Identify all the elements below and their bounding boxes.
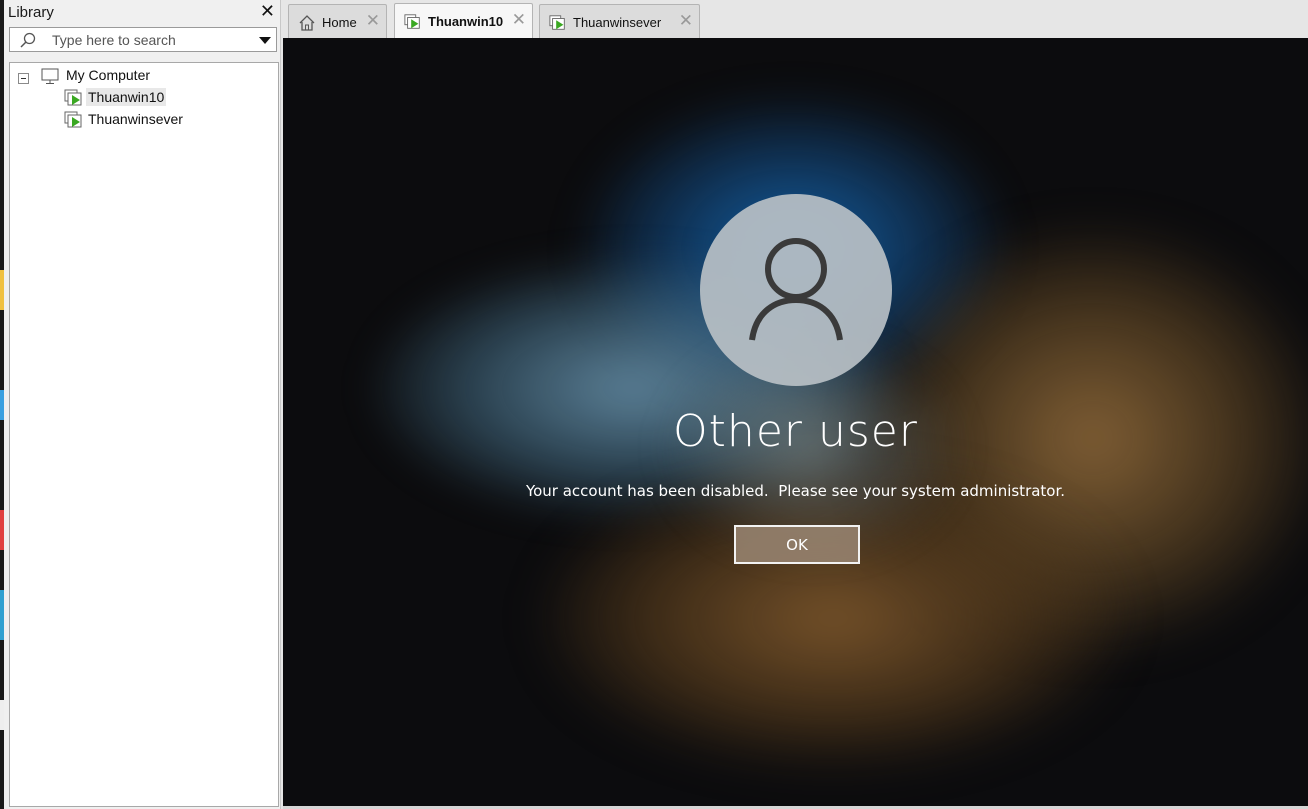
tree-item-thuanwin10[interactable]: Thuanwin10: [10, 88, 278, 108]
tree-label-my-computer: My Computer: [66, 67, 151, 83]
library-search-box: [9, 27, 277, 52]
vm-running-icon: [64, 89, 82, 106]
library-title: Library: [8, 4, 54, 21]
account-disabled-message: Your account has been disabled. Please s…: [525, 482, 1066, 500]
tree-label-thuanwin10: Thuanwin10: [86, 88, 167, 106]
search-input[interactable]: [52, 30, 252, 49]
close-icon[interactable]: ✕: [679, 11, 693, 31]
tab-thuanwinsever-label: Thuanwinsever: [573, 15, 662, 30]
tab-home-label: Home: [322, 15, 357, 30]
tab-home[interactable]: Home ✕: [288, 4, 387, 38]
tree-label-thuanwinsever: Thuanwinsever: [88, 111, 183, 127]
tab-thuanwin10-label: Thuanwin10: [428, 14, 504, 29]
vm-running-icon: [404, 14, 420, 29]
close-icon[interactable]: ✕: [366, 11, 380, 31]
search-dropdown-button[interactable]: [256, 29, 274, 50]
search-icon: [20, 32, 36, 48]
vm-tab-bar: Home ✕ Thuanwin10 ✕ Thuanwinsever ✕: [283, 0, 1308, 38]
library-header: Library ✕: [4, 0, 281, 24]
vm-console-screen[interactable]: Other user Your account has been disable…: [283, 38, 1308, 806]
tree-item-my-computer[interactable]: My Computer: [10, 66, 278, 86]
tab-thuanwin10[interactable]: Thuanwin10 ✕: [394, 3, 533, 38]
vm-running-icon: [549, 15, 565, 30]
vm-running-icon: [64, 111, 82, 128]
close-icon[interactable]: ✕: [512, 10, 526, 30]
user-avatar: [700, 194, 892, 386]
tree-item-thuanwinsever[interactable]: Thuanwinsever: [10, 110, 278, 130]
home-icon: [299, 15, 315, 31]
tab-thuanwinsever[interactable]: Thuanwinsever ✕: [539, 4, 700, 38]
login-username: Other user: [673, 406, 918, 457]
computer-icon: [41, 68, 59, 84]
close-icon[interactable]: ✕: [260, 1, 275, 21]
ok-button[interactable]: OK: [734, 525, 860, 564]
library-tree: My Computer Thuanwin10 Thuanwinsever: [9, 62, 279, 807]
collapse-toggle[interactable]: [18, 73, 29, 84]
user-avatar-icon: [749, 238, 843, 341]
library-panel: Library ✕ My Computer Thuanwin10: [4, 0, 281, 809]
